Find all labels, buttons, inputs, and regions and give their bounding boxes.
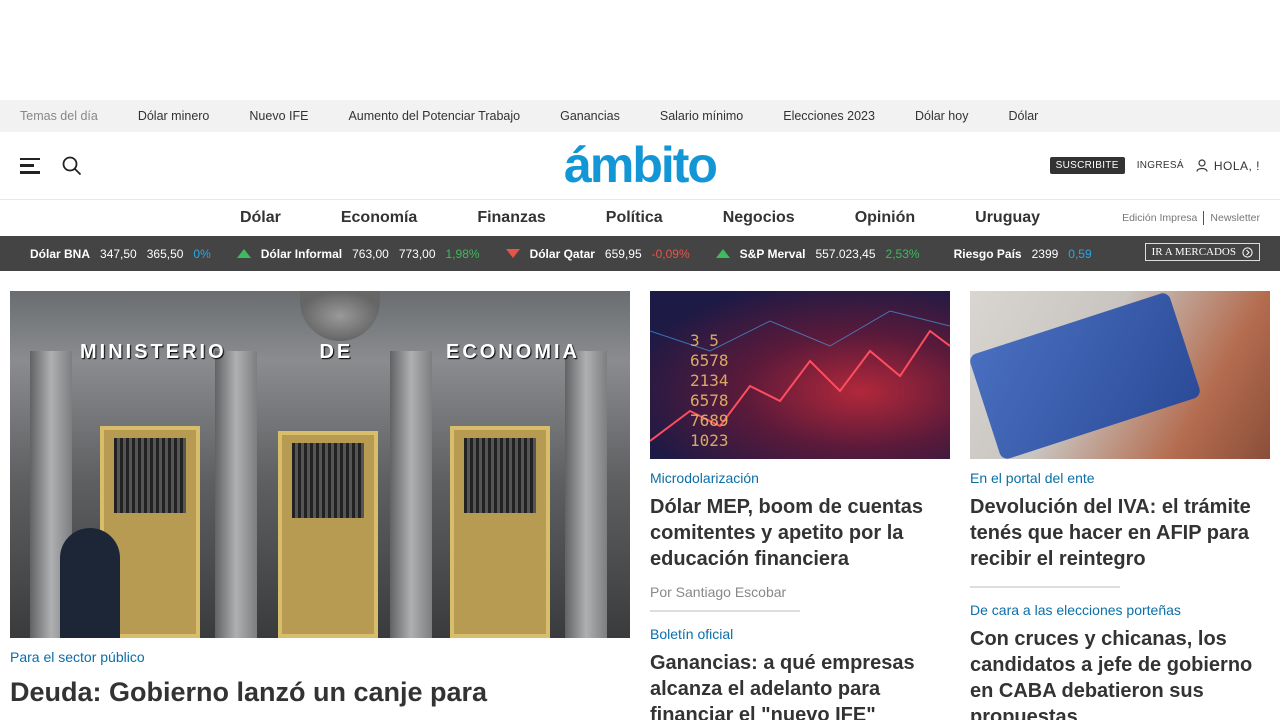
ticker-sell: 773,00 [398, 246, 436, 261]
nav-item-politica[interactable]: Política [606, 209, 663, 227]
door-shape [278, 431, 378, 638]
user-greeting[interactable]: HOLA, ! [1196, 159, 1260, 173]
markets-button[interactable]: IR A MERCADOS [1144, 243, 1260, 261]
ticker-buy: 347,50 [100, 246, 137, 261]
door-shape [450, 426, 550, 638]
divider [650, 610, 800, 612]
ticker-item[interactable]: Dólar Qatar 659,95 -0,09% [505, 246, 690, 261]
markets-button-label: IR A MERCADOS [1151, 246, 1236, 258]
ticker-value: 2399 [1031, 246, 1059, 261]
card-shape [970, 291, 1202, 459]
site-header: ámbito SUSCRIBITE INGRESÁ HOLA, ! [0, 132, 1280, 200]
article-image[interactable] [970, 291, 1270, 459]
ticker-item[interactable]: Riesgo País 2399 0,59 [954, 247, 1092, 261]
ticker-name: S&P Merval [739, 246, 806, 261]
ticker-item[interactable]: Dólar Informal 763,00 773,00 1,98% [236, 246, 480, 261]
topic-link[interactable]: Nuevo IFE [249, 109, 308, 123]
column-shape [390, 351, 432, 638]
article-title[interactable]: Con cruces y chicanas, los candidatos a … [970, 626, 1270, 720]
article-kicker[interactable]: Boletín oficial [650, 626, 950, 642]
ticker-change: 0% [193, 246, 211, 261]
building-sign: MINISTERIO DE ECONOMIA [80, 341, 580, 364]
article-image[interactable]: 3 5 6578 2134 6578 7689 1023 [650, 291, 950, 459]
main-article[interactable]: MINISTERIO DE ECONOMIA Para el sector pú… [10, 291, 630, 720]
main-nav: Dólar Economía Finanzas Política Negocio… [0, 200, 1280, 236]
nav-item-negocios[interactable]: Negocios [723, 209, 795, 227]
ticker-item[interactable]: S&P Merval 557.023,45 2,53% [715, 246, 920, 261]
news-column: 3 5 6578 2134 6578 7689 1023 Microdolari… [650, 291, 950, 720]
ad-space [0, 0, 1280, 100]
ticker-change: 1,98% [445, 246, 480, 261]
column-shape [215, 351, 257, 638]
topic-link[interactable]: Elecciones 2023 [783, 109, 875, 123]
topic-link[interactable]: Aumento del Potenciar Trabajo [348, 109, 520, 123]
nav-item-economia[interactable]: Economía [341, 209, 417, 227]
arrow-down-icon [505, 249, 520, 258]
menu-icon[interactable] [20, 157, 40, 174]
ticker-change: -0,09% [651, 246, 690, 261]
subscribe-button[interactable]: SUSCRIBITE [1049, 157, 1125, 174]
topic-link[interactable]: Ganancias [560, 109, 620, 123]
article-kicker[interactable]: En el portal del ente [970, 470, 1270, 486]
article-title[interactable]: Deuda: Gobierno lanzó un canje para [10, 675, 630, 709]
ticker-name: Dólar BNA [30, 246, 91, 261]
nav-item-opinion[interactable]: Opinión [855, 209, 915, 227]
arrow-circle-icon [1242, 246, 1253, 258]
nav-item-uruguay[interactable]: Uruguay [975, 209, 1040, 227]
main-article-image[interactable]: MINISTERIO DE ECONOMIA [10, 291, 630, 638]
search-icon[interactable] [62, 156, 82, 176]
ticker-item[interactable]: Dólar BNA 347,50 365,50 0% [30, 247, 211, 261]
article-title[interactable]: Ganancias: a qué empresas alcanza el ade… [650, 650, 950, 720]
article-title[interactable]: Dólar MEP, boom de cuentas comitentes y … [650, 494, 950, 572]
sign-word: MINISTERIO [80, 341, 227, 363]
ticker-value: 557.023,45 [815, 246, 876, 261]
market-ticker: Dólar BNA 347,50 365,50 0% Dólar Informa… [0, 236, 1280, 271]
news-column: En el portal del ente Devolución del IVA… [970, 291, 1270, 720]
arrow-up-icon [236, 249, 251, 258]
nav-item-finanzas[interactable]: Finanzas [477, 209, 545, 227]
divider [970, 586, 1120, 588]
article-kicker[interactable]: Para el sector público [10, 649, 630, 665]
ticker-name: Dólar Qatar [529, 246, 595, 261]
topic-link[interactable]: Dólar minero [138, 109, 210, 123]
login-link[interactable]: INGRESÁ [1137, 160, 1184, 171]
ticker-buy: 763,00 [352, 246, 389, 261]
ticker-change: 2,53% [885, 246, 920, 261]
person-shape [60, 528, 120, 638]
topic-link[interactable]: Dólar [1008, 109, 1038, 123]
divider [1203, 211, 1205, 225]
user-icon [1196, 159, 1208, 172]
article-kicker[interactable]: Microdolarización [650, 470, 950, 486]
greeting-text: HOLA, ! [1213, 158, 1260, 173]
crest-shape [300, 291, 380, 341]
content: MINISTERIO DE ECONOMIA Para el sector pú… [0, 271, 1280, 720]
article-kicker[interactable]: De cara a las elecciones porteñas [970, 602, 1270, 618]
topics-label: Temas del día [20, 109, 98, 123]
topics-bar: Temas del día Dólar minero Nuevo IFE Aum… [0, 100, 1280, 132]
chart-numbers: 3 5 6578 2134 6578 7689 1023 [690, 331, 729, 450]
topic-link[interactable]: Dólar hoy [915, 109, 969, 123]
nav-item-dolar[interactable]: Dólar [240, 209, 281, 227]
ticker-sell: 365,50 [146, 246, 184, 261]
site-logo[interactable]: ámbito [564, 140, 718, 190]
arrow-up-icon [715, 249, 730, 258]
ticker-change: 0,59 [1068, 246, 1092, 261]
article-author[interactable]: Por Santiago Escobar [650, 584, 950, 600]
sign-word: DE [319, 341, 354, 363]
ticker-name: Riesgo País [953, 246, 1022, 261]
print-edition-link[interactable]: Edición Impresa [1122, 212, 1197, 224]
ticker-value: 659,95 [604, 246, 642, 261]
topic-link[interactable]: Salario mínimo [660, 109, 743, 123]
article-title[interactable]: Devolución del IVA: el trámite tenés que… [970, 494, 1270, 572]
sign-word: ECONOMIA [446, 341, 580, 363]
column-shape [565, 351, 607, 638]
ticker-name: Dólar Informal [260, 246, 343, 261]
newsletter-link[interactable]: Newsletter [1210, 212, 1260, 224]
